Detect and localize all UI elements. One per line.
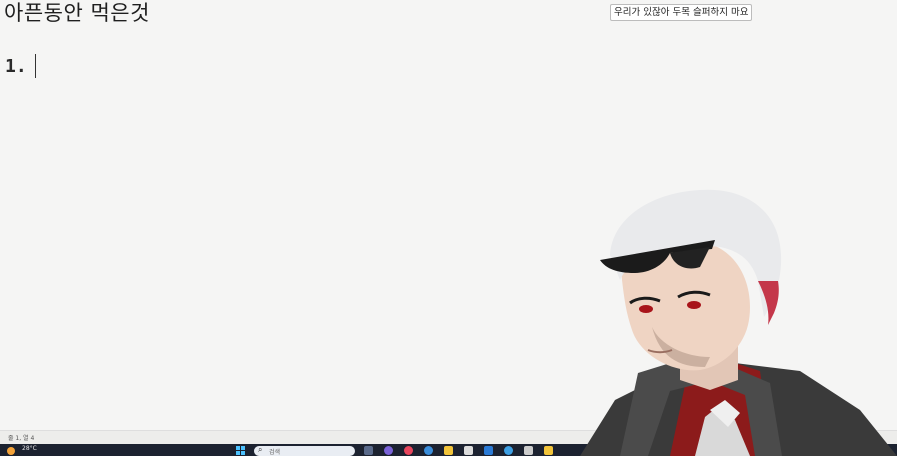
notepad-icon[interactable] — [464, 446, 473, 455]
vtuber-avatar-image — [580, 189, 897, 456]
chrome-icon[interactable] — [404, 446, 413, 455]
cursor-position: 줄 1, 열 4 — [8, 435, 35, 442]
list-item-marker[interactable]: 1. — [5, 56, 27, 77]
browser-app-icon[interactable] — [504, 446, 513, 455]
weather-icon[interactable] — [7, 447, 15, 455]
snipping-tool-icon[interactable] — [524, 446, 533, 455]
text-caret — [35, 54, 36, 78]
chat-message-bubble: 우리가 있잖아 두목 슬퍼하지 마요 — [610, 4, 753, 21]
edge-icon[interactable] — [424, 446, 433, 455]
file-explorer-icon[interactable] — [444, 446, 453, 455]
weather-temperature[interactable]: 28°C — [22, 445, 37, 452]
folder-icon[interactable] — [544, 446, 553, 455]
taskbar-search-input[interactable]: ⌕ 검색 — [254, 445, 355, 456]
search-icon: ⌕ — [258, 445, 263, 454]
windows-start-icon[interactable] — [236, 446, 245, 455]
task-view-icon[interactable] — [364, 446, 373, 455]
document-title[interactable]: 아픈동안 먹은것 — [4, 0, 150, 27]
chat-app-icon[interactable] — [384, 446, 393, 455]
store-icon[interactable] — [484, 446, 493, 455]
search-placeholder: 검색 — [269, 449, 281, 456]
